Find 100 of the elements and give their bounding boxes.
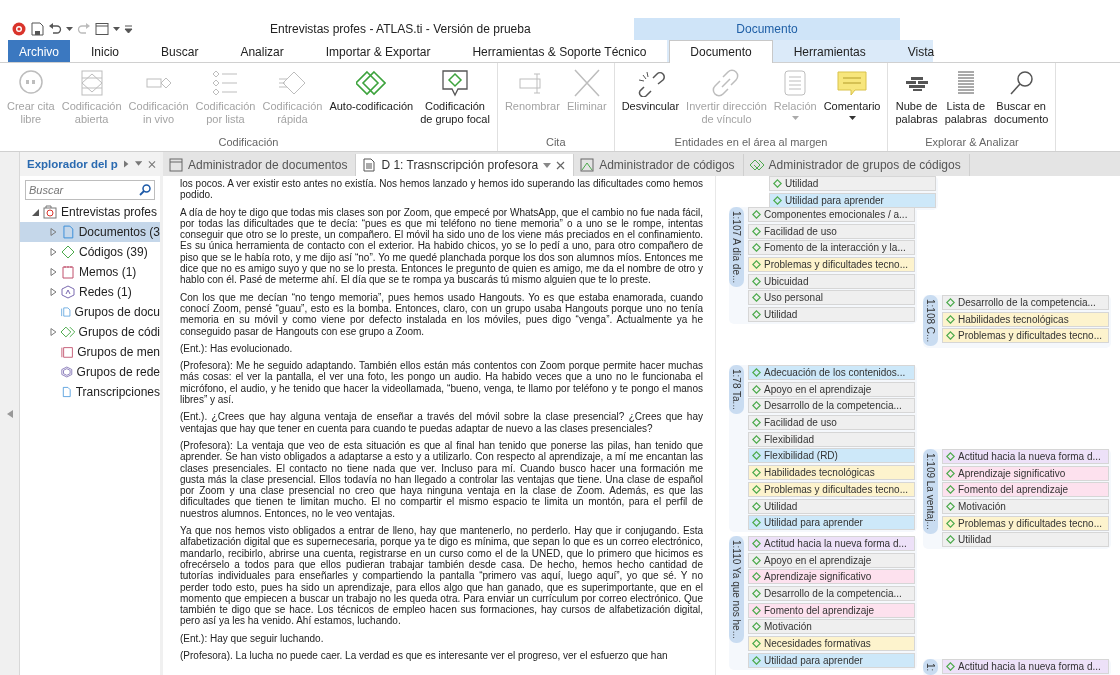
expand-arrow-icon[interactable] — [50, 228, 57, 236]
code-tag[interactable]: Fomento del aprendizaje — [942, 482, 1109, 498]
ribbon-tab[interactable]: Archivo — [8, 40, 70, 62]
document-tab[interactable]: Administrador de códigos — [574, 154, 744, 176]
code-tag[interactable]: Flexibilidad (RD) — [748, 448, 915, 464]
ribbon-tab[interactable]: Importar & Exportar — [304, 40, 452, 62]
ribbon-tab[interactable]: Inicio — [70, 40, 141, 62]
code-tag[interactable]: Utilidad — [748, 498, 915, 514]
code-tag[interactable]: Habilidades tecnológicas — [748, 465, 915, 481]
code-tag[interactable]: Actitud hacia la nueva forma d... — [748, 536, 915, 551]
code-tag[interactable]: Facilidad de uso — [748, 415, 915, 431]
expand-arrow-icon[interactable] — [50, 288, 57, 296]
ribbon-tab[interactable]: Buscar — [140, 40, 220, 62]
diamond-icon — [946, 662, 955, 671]
tree-item[interactable]: Transcripciones — [20, 382, 160, 402]
quotation-label[interactable]: 1:110 Ya que nos he... — [729, 536, 744, 643]
ribbon-tab[interactable]: Herramientas — [772, 40, 887, 62]
collapse-arrow-icon[interactable] — [6, 409, 13, 418]
code-tag[interactable]: Adecuación de los contenidos... — [748, 365, 915, 380]
code-tag[interactable]: Actitud hacia la nueva forma d... — [942, 659, 1109, 674]
code-tag[interactable]: Desarrollo de la competencia... — [942, 295, 1109, 310]
code-tag[interactable]: Utilidad — [942, 532, 1109, 548]
code-tag[interactable]: Motivación — [942, 499, 1109, 515]
tree-item[interactable]: Grupos de códi — [20, 322, 160, 342]
ribbon-button[interactable]: Comentario — [820, 67, 884, 123]
code-tag[interactable]: Utilidad — [769, 176, 936, 191]
code-tag[interactable]: Aprendizaje significativo — [748, 569, 915, 585]
code-tag[interactable]: Habilidades tecnológicas — [942, 311, 1109, 327]
quotation-label[interactable]: 1:108 C... — [923, 295, 938, 347]
tree-item[interactable]: Redes (1) — [20, 282, 160, 302]
document-tab[interactable]: D 1: Trasnscripción profesora — [356, 154, 575, 176]
diamond-group-icon — [60, 325, 75, 339]
ribbon-button[interactable]: Auto-codificación — [326, 67, 417, 115]
network-icon — [61, 285, 75, 299]
quotation-label[interactable]: 1:109 La ventaj... — [923, 449, 938, 534]
ribbon-tab[interactable]: Vista — [886, 40, 956, 62]
code-tag[interactable]: Actitud hacia la nueva forma d... — [942, 449, 1109, 464]
code-tag[interactable]: Uso personal — [748, 290, 915, 306]
undo-icon[interactable] — [48, 22, 62, 36]
code-tag[interactable]: Utilidad para aprender — [748, 652, 915, 668]
paragraph: (Profesora): La ventaja que veo de esta situación es que al final han tenido que ponerse las pilas, han tenido que aprender. Se han visto obligados a adaptarse a esto y a utilizarlo. Con respecto al aprendizaje, a mí me encantan las clases presenciales. El contacto no tiene nada que ver. Incluso para mí. Cuando busco hacer una formación me gusta más la clase presencial. Ellos todavía no han llegado a controlar las ventajas que tiene. Una clase de español por Zoom y una clase presencial no creo que haya ninguna ventaja en la clase de Zoom. Además, es que las dificultades que tienen te limitan mucho. El no compartir el mismo espacio te limita un montón, para el perfil de nuestros alumnos. Entonces, no le veo ventajas. — [180, 439, 703, 519]
code-tag[interactable]: Facilidad de uso — [748, 223, 915, 239]
quotation-label[interactable]: 1:78 Ta... — [729, 365, 744, 414]
expand-arrow-icon[interactable] — [50, 268, 57, 276]
ribbon-button[interactable]: Desvincular — [618, 67, 683, 115]
expand-arrow-icon[interactable] — [50, 328, 57, 336]
comment-icon — [837, 69, 868, 97]
diamond-arrow-icon — [277, 69, 308, 97]
ribbon-tab[interactable]: Documento — [669, 40, 773, 63]
ribbon-tab[interactable]: Analizar — [219, 40, 305, 62]
tree-item[interactable]: Grupos de docu — [20, 302, 160, 322]
tree-item[interactable]: Grupos de men — [20, 342, 160, 362]
tree-item[interactable]: Memos (1) — [20, 262, 160, 282]
save-icon[interactable] — [30, 22, 44, 36]
close-icon[interactable] — [148, 159, 156, 169]
caret-icon — [791, 116, 799, 121]
ribbon-button[interactable]: Buscar en documento — [990, 67, 1052, 128]
ribbon-button[interactable]: Codificación de grupo focal — [417, 67, 493, 128]
quotation-label[interactable]: 1: — [923, 659, 938, 675]
group-label: Entidades en el área al margen — [673, 136, 829, 150]
code-tag[interactable]: Problemas y dificultades tecno... — [942, 328, 1109, 344]
code-tag[interactable]: Necesidades formativas — [748, 636, 915, 652]
code-tag[interactable]: Desarrollo de la competencia... — [748, 398, 915, 414]
code-tag[interactable]: Problemas y dificultades tecno... — [942, 515, 1109, 531]
group-label: Cita — [544, 136, 567, 150]
code-tag[interactable]: Componentes emocionales / a... — [748, 207, 915, 222]
code-tag[interactable]: Problemas y dificultades tecno... — [748, 257, 915, 273]
code-tag[interactable]: Problemas y dificultades tecno... — [748, 481, 915, 497]
quotation-label[interactable]: 1:107 A día de... — [729, 207, 744, 288]
code-tag[interactable]: Ubicuidad — [748, 273, 915, 289]
expand-arrow-icon[interactable] — [50, 248, 57, 256]
code-tag[interactable]: Desarrollo de la competencia... — [748, 586, 915, 602]
tree-item[interactable]: Entrevistas profes — [20, 202, 160, 222]
expanded-arrow-icon[interactable] — [32, 208, 39, 216]
close-icon[interactable] — [556, 160, 566, 170]
code-tag[interactable]: Apoyo en el aprendizaje — [748, 552, 915, 568]
code-tag[interactable]: Motivación — [748, 619, 915, 635]
ribbon-button[interactable]: Nube de palabras — [892, 67, 941, 128]
code-tag[interactable]: Flexibilidad — [748, 431, 915, 447]
tree-item[interactable]: Documentos (3 — [20, 222, 160, 242]
right-caret-icon[interactable] — [123, 160, 130, 168]
code-tag[interactable]: Aprendizaje significativo — [942, 465, 1109, 481]
window-icon[interactable] — [95, 22, 109, 36]
code-tag[interactable]: Apoyo en el aprendizaje — [748, 381, 915, 397]
code-tag[interactable]: Utilidad para aprender — [769, 192, 936, 208]
search-field[interactable]: Buscar — [25, 180, 155, 200]
app-logo-icon[interactable] — [12, 22, 26, 36]
tree-item[interactable]: Grupos de rede — [20, 362, 160, 382]
ribbon-button[interactable]: Lista de palabras — [941, 67, 990, 128]
code-tag[interactable]: Fomento del aprendizaje — [748, 602, 915, 618]
tree-item[interactable]: Códigos (39) — [20, 242, 160, 262]
code-tag[interactable]: Utilidad para aprender — [748, 515, 915, 531]
caret-icon[interactable] — [135, 161, 143, 167]
context-tab-label: Documento — [634, 18, 900, 40]
memo-group-icon — [61, 345, 74, 359]
code-tag[interactable]: Fomento de la interacción y la... — [748, 240, 915, 256]
ribbon-tab[interactable]: Herramientas & Soporte Técnico — [451, 40, 668, 62]
code-tag[interactable]: Utilidad — [748, 307, 915, 323]
customize-icon[interactable] — [124, 24, 133, 34]
caret-icon[interactable] — [543, 162, 552, 168]
